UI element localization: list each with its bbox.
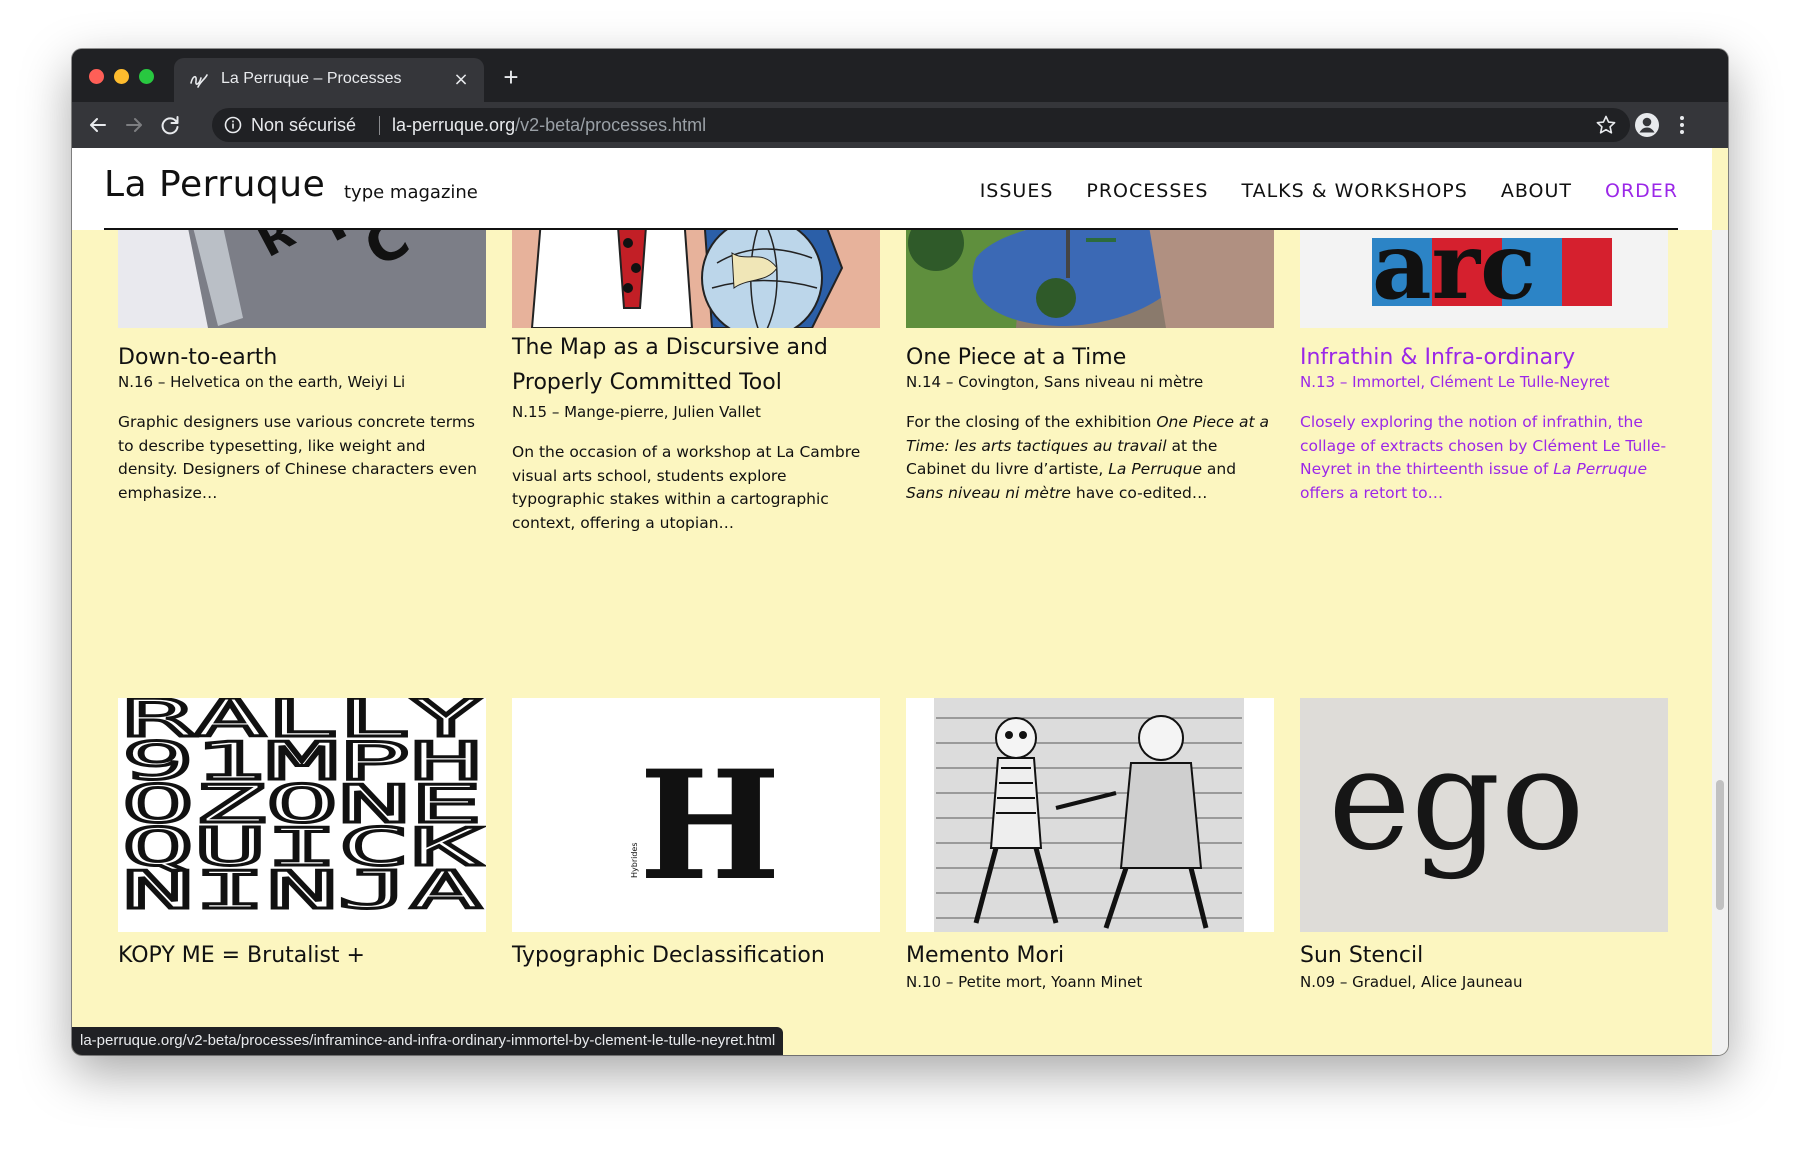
- security-label[interactable]: Non sécurisé: [251, 115, 356, 136]
- ego-text: ego: [1328, 719, 1585, 882]
- kebab-menu-icon[interactable]: [1672, 111, 1692, 139]
- arrow-right-icon[interactable]: [120, 111, 148, 139]
- maximize-window-button[interactable]: [139, 69, 154, 84]
- card-meta: N.14 – Covington, Sans niveau ni mètre: [906, 373, 1204, 391]
- main-nav: ISSUES PROCESSES TALKS & WORKSHOPS ABOUT…: [980, 180, 1678, 202]
- desc-italic: Sans niveau ni mètre: [906, 483, 1071, 502]
- card-description: For the closing of the exhibition One Pi…: [906, 411, 1274, 505]
- card-title[interactable]: The Map as a Discursive and Properly Com…: [512, 330, 880, 400]
- card-thumbnail[interactable]: [906, 698, 1274, 932]
- card-description: Graphic designers use various concrete t…: [118, 413, 477, 502]
- card-title[interactable]: Sun Stencil: [1300, 938, 1668, 973]
- process-card[interactable]: ego Sun Stencil N.09 – Graduel, Alice Ja…: [1300, 698, 1668, 1055]
- desc-text: offers a retort to…: [1300, 483, 1444, 502]
- account-icon[interactable]: [1633, 111, 1661, 139]
- desc-text: and: [1201, 460, 1237, 478]
- tab-bar: La Perruque – Processes × +: [72, 49, 1728, 102]
- perruque-squiggle-icon: [188, 69, 210, 91]
- address-bar[interactable]: Non sécurisé la-perruque.org/v2-beta/pro…: [212, 108, 1630, 142]
- card-thumbnail[interactable]: H Hybrides: [512, 698, 880, 932]
- desc-text: For the closing of the exhibition: [906, 413, 1157, 431]
- info-icon[interactable]: [224, 116, 242, 134]
- browser-toolbar: Non sécurisé la-perruque.org/v2-beta/pro…: [72, 102, 1728, 148]
- card-title[interactable]: KOPY ME = Brutalist +: [118, 938, 486, 973]
- minimize-window-button[interactable]: [114, 69, 129, 84]
- card-thumbnail[interactable]: RALLY 91MPH OZONE QUICK NINJA: [118, 698, 486, 932]
- page-viewport: P C R E Down-to-earth N.16 – Helvetica o…: [72, 148, 1728, 1055]
- tab-title: La Perruque – Processes: [221, 70, 402, 87]
- arrow-left-icon[interactable]: [84, 111, 112, 139]
- url-host: la-perruque.org: [392, 115, 516, 135]
- card-thumbnail[interactable]: ego: [1300, 698, 1668, 932]
- browser-window: La Perruque – Processes × + Non sécurisé…: [72, 49, 1728, 1055]
- address-separator: [379, 116, 380, 135]
- url-text[interactable]: la-perruque.org/v2-beta/processes.html: [392, 115, 706, 136]
- new-tab-button[interactable]: +: [497, 63, 525, 91]
- desc-italic: La Perruque: [1553, 460, 1648, 478]
- card-meta: N.16 – Helvetica on the earth, Weiyi Li: [118, 373, 406, 391]
- nav-about[interactable]: ABOUT: [1501, 180, 1572, 202]
- card-meta: N.15 – Mange-pierre, Julien Vallet: [512, 403, 761, 421]
- process-card[interactable]: RALLY 91MPH OZONE QUICK NINJA KOPY ME = Brut…: [118, 698, 486, 1055]
- close-window-button[interactable]: [89, 69, 104, 84]
- star-icon[interactable]: [1594, 113, 1618, 137]
- url-path: /v2-beta/processes.html: [515, 115, 707, 135]
- desc-text: have co-edited…: [1070, 483, 1208, 502]
- card-title[interactable]: One Piece at a Time: [906, 340, 1274, 375]
- header-divider: [104, 228, 1678, 230]
- desc-italic: La Perruque: [1108, 460, 1202, 478]
- card-description: On the occasion of a workshop at La Camb…: [512, 443, 861, 532]
- nav-processes[interactable]: PROCESSES: [1086, 180, 1208, 202]
- nav-issues[interactable]: ISSUES: [980, 180, 1054, 202]
- process-card[interactable]: H Hybrides Typographic Declassification: [512, 698, 880, 1055]
- card-description: Closely exploring the notion of infrathi…: [1300, 411, 1668, 505]
- reload-icon[interactable]: [156, 111, 184, 139]
- site-header: La Perruque type magazine ISSUES PROCESS…: [72, 148, 1712, 230]
- card-title[interactable]: Infrathin & Infra-ordinary: [1300, 340, 1668, 375]
- card-title[interactable]: Down-to-earth: [118, 340, 486, 375]
- hybrides-small: Hybrides: [630, 842, 639, 878]
- card-meta: N.10 – Petite mort, Yoann Minet: [906, 973, 1143, 991]
- site-brand[interactable]: La Perruque: [104, 164, 325, 205]
- nav-order[interactable]: ORDER: [1605, 180, 1678, 202]
- card-title[interactable]: Typographic Declassification: [512, 938, 880, 973]
- link-status-bubble: la-perruque.org/v2-beta/processes/infram…: [72, 1027, 784, 1055]
- card-meta: N.09 – Graduel, Alice Jauneau: [1300, 973, 1523, 991]
- scrollbar-thumb[interactable]: [1716, 780, 1724, 910]
- tab-close-icon[interactable]: ×: [450, 69, 472, 91]
- tab-processes[interactable]: La Perruque – Processes ×: [174, 58, 484, 102]
- site-tagline: type magazine: [344, 182, 478, 203]
- nav-talks-workshops[interactable]: TALKS & WORKSHOPS: [1241, 180, 1467, 202]
- card-title[interactable]: Memento Mori: [906, 938, 1274, 973]
- card-meta: N.13 – Immortel, Clément Le Tulle-Neyret: [1300, 373, 1610, 391]
- rally-line: NINJA: [122, 861, 482, 921]
- page-scrollbar[interactable]: [1712, 230, 1728, 1055]
- process-card[interactable]: Memento Mori N.10 – Petite mort, Yoann M…: [906, 698, 1274, 1055]
- hybrides-letter: H: [639, 738, 781, 914]
